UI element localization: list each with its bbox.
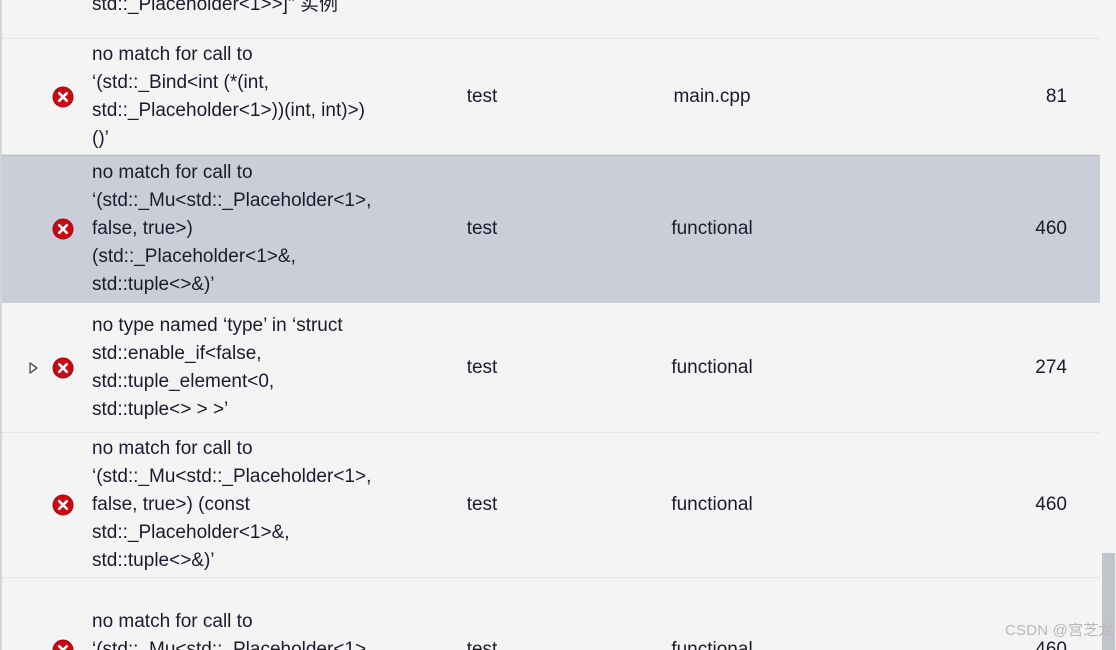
description-text: no type named ‘type’ in ‘struct std::ena… (92, 314, 343, 420)
description-text: no match for call to ‘(std::_Mu<std::_Pl… (92, 438, 372, 571)
row-resource: test (412, 636, 552, 650)
row-path: functional (552, 636, 872, 650)
problems-table: _Bound_args=<int, std::_Placeholder<1>>]… (2, 0, 1102, 650)
row-resource: test (412, 491, 552, 519)
resource-text: test (466, 494, 498, 515)
resource-text: test (466, 639, 498, 650)
row-gutter (2, 578, 92, 650)
location-text: 460 (1035, 494, 1067, 515)
location-text: 460 (1035, 639, 1067, 650)
table-row[interactable]: no match for call to ‘(std::_Mu<std::_Pl… (2, 433, 1102, 578)
row-description: _Bound_args=<int, std::_Placeholder<1>>]… (92, 0, 412, 19)
table-row-selected[interactable]: no match for call to ‘(std::_Mu<std::_Pl… (2, 155, 1102, 303)
row-location: 274 (872, 354, 1102, 382)
row-path: main.cpp (552, 83, 872, 111)
error-icon (52, 494, 74, 516)
table-row[interactable]: _Bound_args=<int, std::_Placeholder<1>>]… (2, 0, 1102, 39)
resource-text: test (466, 85, 498, 107)
location-text: 81 (1045, 85, 1067, 107)
problems-view: _Bound_args=<int, std::_Placeholder<1>>]… (0, 0, 1116, 650)
row-description: no type named ‘type’ in ‘struct std::ena… (92, 312, 412, 424)
resource-text: test (466, 356, 498, 378)
row-description: no match for call to ‘(std::_Mu<std::_Pl… (92, 608, 412, 650)
resource-text: test (466, 218, 498, 239)
row-resource: test (412, 354, 552, 382)
path-text: functional (671, 218, 753, 239)
description-text: _Bound_args=<int, std::_Placeholder<1>>]… (92, 0, 338, 15)
vertical-scrollbar-thumb[interactable] (1102, 553, 1115, 650)
error-icon (52, 639, 74, 650)
vertical-scrollbar[interactable] (1100, 0, 1116, 650)
row-resource: test (412, 215, 552, 243)
error-icon (52, 218, 74, 240)
row-gutter (2, 39, 92, 154)
row-description: no match for call to ‘(std::_Bind<int (*… (92, 41, 412, 153)
row-description: no match for call to ‘(std::_Mu<std::_Pl… (92, 435, 412, 575)
row-gutter (2, 303, 92, 432)
location-text: 460 (1035, 218, 1067, 239)
table-row[interactable]: no match for call to ‘(std::_Bind<int (*… (2, 39, 1102, 155)
path-text: main.cpp (673, 85, 751, 107)
table-row[interactable]: no type named ‘type’ in ‘struct std::ena… (2, 303, 1102, 433)
row-location: 460 (872, 215, 1102, 243)
path-text: functional (671, 639, 753, 650)
row-path: functional (552, 354, 872, 382)
error-icon (52, 357, 74, 379)
row-path: functional (552, 215, 872, 243)
row-gutter (2, 433, 92, 577)
path-text: functional (671, 356, 753, 378)
row-path: functional (552, 491, 872, 519)
expand-triangle-icon[interactable] (26, 360, 40, 376)
path-text: functional (671, 494, 753, 515)
error-icon (52, 86, 74, 108)
row-location: 460 (872, 636, 1102, 650)
row-resource: test (412, 83, 552, 111)
description-text: no match for call to ‘(std::_Mu<std::_Pl… (92, 611, 372, 650)
row-description: no match for call to ‘(std::_Mu<std::_Pl… (92, 159, 412, 299)
row-gutter (2, 0, 92, 38)
table-row[interactable]: no match for call to ‘(std::_Mu<std::_Pl… (2, 578, 1102, 650)
description-text: no match for call to ‘(std::_Mu<std::_Pl… (92, 162, 372, 295)
row-location: 81 (872, 83, 1102, 111)
location-text: 274 (1035, 356, 1067, 378)
row-location: 460 (872, 491, 1102, 519)
description-text: no match for call to ‘(std::_Bind<int (*… (92, 43, 365, 149)
row-gutter (2, 156, 92, 302)
